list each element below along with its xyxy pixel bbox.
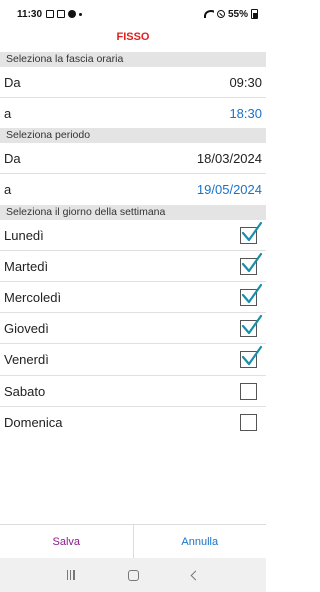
day-label: Lunedì (4, 227, 44, 243)
checkmark-icon (241, 314, 263, 334)
day-checkbox-wednesday[interactable] (240, 283, 263, 306)
day-checkbox-thursday[interactable] (240, 314, 263, 337)
period-to-label: a (4, 182, 12, 197)
day-row-sunday[interactable]: Domenica (0, 407, 266, 438)
checkmark-icon (241, 252, 263, 272)
day-row-wednesday[interactable]: Mercoledì (0, 282, 266, 313)
record-icon (68, 10, 77, 18)
period-to-row[interactable]: a 19/05/2024 (0, 174, 266, 205)
days-section-heading: Seleziona il giorno della settimana (0, 205, 266, 220)
do-not-disturb-icon (216, 10, 225, 18)
day-row-friday[interactable]: Venerdì (0, 344, 266, 376)
status-time: 11:30 (17, 8, 43, 20)
period-from-value[interactable]: 18/03/2024 (197, 151, 262, 166)
day-checkbox-friday[interactable] (240, 345, 263, 368)
save-button[interactable]: Salva (0, 525, 134, 558)
day-checkbox-tuesday[interactable] (240, 252, 263, 275)
time-to-label: a (4, 105, 12, 121)
period-from-label: Da (4, 150, 21, 166)
period-section-heading: Seleziona periodo (0, 128, 266, 143)
home-icon[interactable] (128, 569, 140, 581)
time-to-row[interactable]: a 18:30 (0, 98, 266, 128)
day-row-tuesday[interactable]: Martedì (0, 251, 266, 282)
day-row-monday[interactable]: Lunedì (0, 220, 266, 251)
system-nav-bar (0, 558, 266, 592)
checkmark-icon (241, 345, 263, 366)
back-icon[interactable] (190, 570, 201, 580)
checkmark-icon (241, 283, 263, 303)
day-row-thursday[interactable]: Giovedì (0, 313, 266, 344)
footer-actions: Salva Annulla (0, 524, 266, 558)
day-label: Domenica (4, 415, 63, 430)
wifi-icon (203, 10, 214, 18)
period-to-value[interactable]: 19/05/2024 (197, 182, 262, 197)
day-label: Giovedì (4, 320, 49, 336)
dot-icon (79, 12, 83, 16)
battery-percent: 55% (227, 8, 248, 20)
day-checkbox-monday[interactable] (240, 221, 263, 244)
day-label: Sabato (4, 383, 46, 399)
recents-icon[interactable] (66, 570, 75, 580)
battery-icon (251, 9, 258, 19)
day-row-saturday[interactable]: Sabato (0, 376, 266, 407)
day-checkbox-saturday[interactable] (240, 382, 257, 400)
day-label: Venerdì (4, 352, 49, 367)
camera-icon (57, 10, 66, 18)
day-label: Martedì (4, 258, 49, 274)
gallery-icon (46, 10, 55, 18)
day-checkbox-sunday[interactable] (240, 414, 257, 431)
period-from-row[interactable]: Da 18/03/2024 (0, 143, 266, 174)
status-bar: 11:30 55% (0, 0, 266, 28)
time-from-value[interactable]: 09:30 (229, 75, 262, 90)
time-from-label: Da (4, 74, 21, 90)
day-label: Mercoledì (4, 289, 62, 305)
time-section-heading: Seleziona la fascia oraria (0, 52, 266, 67)
page-title: FISSO (116, 31, 150, 43)
time-from-row[interactable]: Da 09:30 (0, 67, 266, 98)
time-to-value[interactable]: 18:30 (229, 106, 262, 121)
checkmark-icon (241, 221, 263, 241)
cancel-button[interactable]: Annulla (134, 525, 267, 558)
